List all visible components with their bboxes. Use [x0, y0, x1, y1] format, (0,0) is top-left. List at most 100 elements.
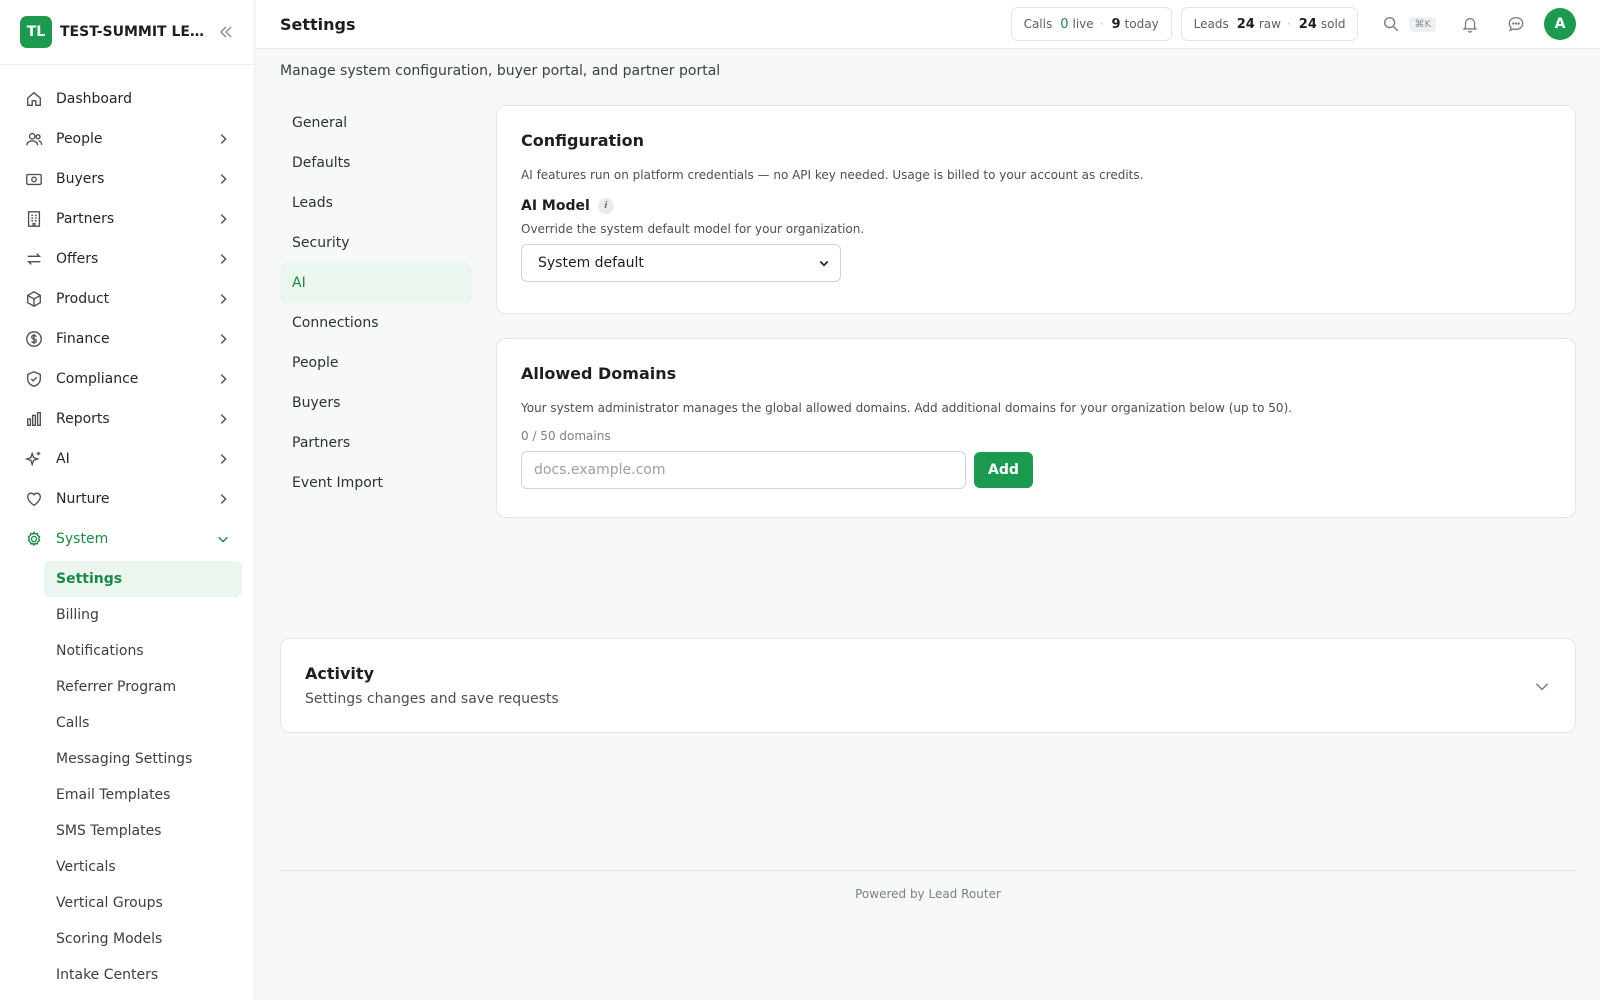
sidebar-item-nurture[interactable]: Nurture	[0, 479, 254, 519]
sidebar-item-buyers[interactable]: Buyers	[0, 159, 254, 199]
sidebar-item-label: System	[56, 531, 109, 547]
sidebar-item-finance[interactable]: Finance	[0, 319, 254, 359]
chevron-down-icon[interactable]	[1533, 677, 1551, 695]
header-right: Calls 0 live · 9 today Leads 24 raw · 24…	[1010, 7, 1576, 41]
collapse-sidebar-icon[interactable]	[218, 24, 234, 40]
sidebar-item-people[interactable]: People	[0, 119, 254, 159]
calls-label: Calls	[1023, 17, 1053, 31]
subnav-item-referrer-program[interactable]: Referrer Program	[44, 669, 242, 705]
activity-text: Activity Settings changes and save reque…	[305, 664, 559, 707]
subnav-item-verticals[interactable]: Verticals	[44, 849, 242, 885]
allowed-domains-description: Your system administrator manages the gl…	[521, 401, 1293, 415]
chevron-right-icon	[216, 412, 230, 426]
subnav-item-settings[interactable]: Settings	[44, 561, 242, 597]
tab-ai[interactable]: AI	[280, 263, 472, 303]
subnav-item-messaging-settings[interactable]: Messaging Settings	[44, 741, 242, 777]
subnav-item-billing[interactable]: Billing	[44, 597, 242, 633]
heart-icon	[24, 489, 44, 509]
building-icon	[24, 209, 44, 229]
bell-icon[interactable]	[1454, 8, 1486, 40]
sidebar-item-compliance[interactable]: Compliance	[0, 359, 254, 399]
add-domain-row: Add	[521, 451, 1551, 489]
tab-partners[interactable]: Partners	[280, 423, 472, 463]
leads-sold-count: 24	[1298, 16, 1317, 32]
subnav-item-sms-templates[interactable]: SMS Templates	[44, 813, 242, 849]
users-icon	[24, 129, 44, 149]
domains-count: 0 / 50 domains	[521, 429, 611, 443]
tab-people[interactable]: People	[280, 343, 472, 383]
sidebar-item-reports[interactable]: Reports	[0, 399, 254, 439]
sidebar-item-label: Partners	[56, 211, 115, 227]
sparkles-icon	[24, 449, 44, 469]
subnav-item-scoring-models[interactable]: Scoring Models	[44, 921, 242, 957]
subnav-item-email-templates[interactable]: Email Templates	[44, 777, 242, 813]
sidebar-item-label: People	[56, 131, 103, 147]
ai-model-label: AI Model	[521, 198, 590, 214]
configuration-title: Configuration	[521, 131, 645, 150]
tab-leads[interactable]: Leads	[280, 183, 472, 223]
chevron-right-icon	[216, 372, 230, 386]
leads-stat[interactable]: Leads 24 raw · 24 sold	[1180, 7, 1359, 41]
page-title: Settings	[280, 14, 356, 34]
sidebar-item-offers[interactable]: Offers	[0, 239, 254, 279]
brand: TL TEST-SUMMIT LEAD...	[0, 0, 254, 65]
ai-model-selected-value: System default	[538, 255, 644, 271]
chevron-down-icon	[818, 257, 830, 269]
tab-security[interactable]: Security	[280, 223, 472, 263]
brand-name[interactable]: TEST-SUMMIT LEAD...	[60, 24, 212, 40]
leads-raw-label: raw	[1258, 17, 1281, 31]
sidebar-item-ai[interactable]: AI	[0, 439, 254, 479]
ai-model-select[interactable]: System default	[521, 244, 841, 282]
tab-buyers[interactable]: Buyers	[280, 383, 472, 423]
sidebar-item-partners[interactable]: Partners	[0, 199, 254, 239]
sidebar-item-label: AI	[56, 451, 70, 467]
chevron-right-icon	[216, 212, 230, 226]
brand-logo[interactable]: TL	[20, 16, 52, 48]
info-icon[interactable]: i	[597, 198, 614, 214]
top-header: Settings Calls 0 live · 9 today Leads 24…	[256, 0, 1600, 49]
add-domain-button[interactable]: Add	[974, 452, 1033, 488]
gear-icon	[24, 529, 44, 549]
subnav-item-intake-centers[interactable]: Intake Centers	[44, 957, 242, 993]
tab-event-import[interactable]: Event Import	[280, 463, 472, 503]
subnav-item-notifications[interactable]: Notifications	[44, 633, 242, 669]
subnav-item-vertical-groups[interactable]: Vertical Groups	[44, 885, 242, 921]
tab-connections[interactable]: Connections	[280, 303, 472, 343]
sidebar-item-product[interactable]: Product	[0, 279, 254, 319]
shield-icon	[24, 369, 44, 389]
box-icon	[24, 289, 44, 309]
sidebar-item-system[interactable]: System	[0, 519, 254, 559]
sidebar-item-label: Nurture	[56, 491, 110, 507]
separator-dot: ·	[1099, 17, 1104, 31]
chevron-right-icon	[216, 132, 230, 146]
avatar[interactable]: A	[1544, 8, 1576, 40]
subnav-item-calls[interactable]: Calls	[44, 705, 242, 741]
sidebar-item-label: Buyers	[56, 171, 105, 187]
footer-text: Powered by Lead Router	[855, 887, 1001, 901]
tab-defaults[interactable]: Defaults	[280, 143, 472, 183]
leads-sold-label: sold	[1320, 17, 1346, 31]
domain-input[interactable]	[521, 451, 966, 489]
sidebar-item-dashboard[interactable]: Dashboard	[0, 79, 254, 119]
search-shortcut: ⌘K	[1409, 16, 1436, 32]
chevron-right-icon	[216, 452, 230, 466]
calls-today-count: 9	[1111, 16, 1121, 32]
tab-general[interactable]: General	[280, 103, 472, 143]
ai-model-label-row: AI Model i	[521, 198, 1551, 214]
arrows-icon	[24, 249, 44, 269]
allowed-domains-title: Allowed Domains	[521, 364, 677, 383]
search-icon[interactable]	[1375, 8, 1407, 40]
sidebar-nav: Dashboard People Buyers Partners Offers …	[0, 65, 254, 993]
sidebar: TL TEST-SUMMIT LEAD... Dashboard People …	[0, 0, 255, 1000]
separator-dot: ·	[1286, 17, 1291, 31]
bar-chart-icon	[24, 409, 44, 429]
settings-nav: General Defaults Leads Security AI Conne…	[280, 103, 472, 503]
home-icon	[24, 89, 44, 109]
dollar-icon	[24, 329, 44, 349]
chat-icon[interactable]	[1500, 8, 1532, 40]
cash-icon	[24, 169, 44, 189]
activity-card[interactable]: Activity Settings changes and save reque…	[280, 638, 1576, 733]
calls-stat[interactable]: Calls 0 live · 9 today	[1010, 7, 1172, 41]
allowed-domains-card: Allowed Domains Your system administrato…	[496, 338, 1576, 518]
sidebar-item-label: Dashboard	[56, 91, 132, 107]
